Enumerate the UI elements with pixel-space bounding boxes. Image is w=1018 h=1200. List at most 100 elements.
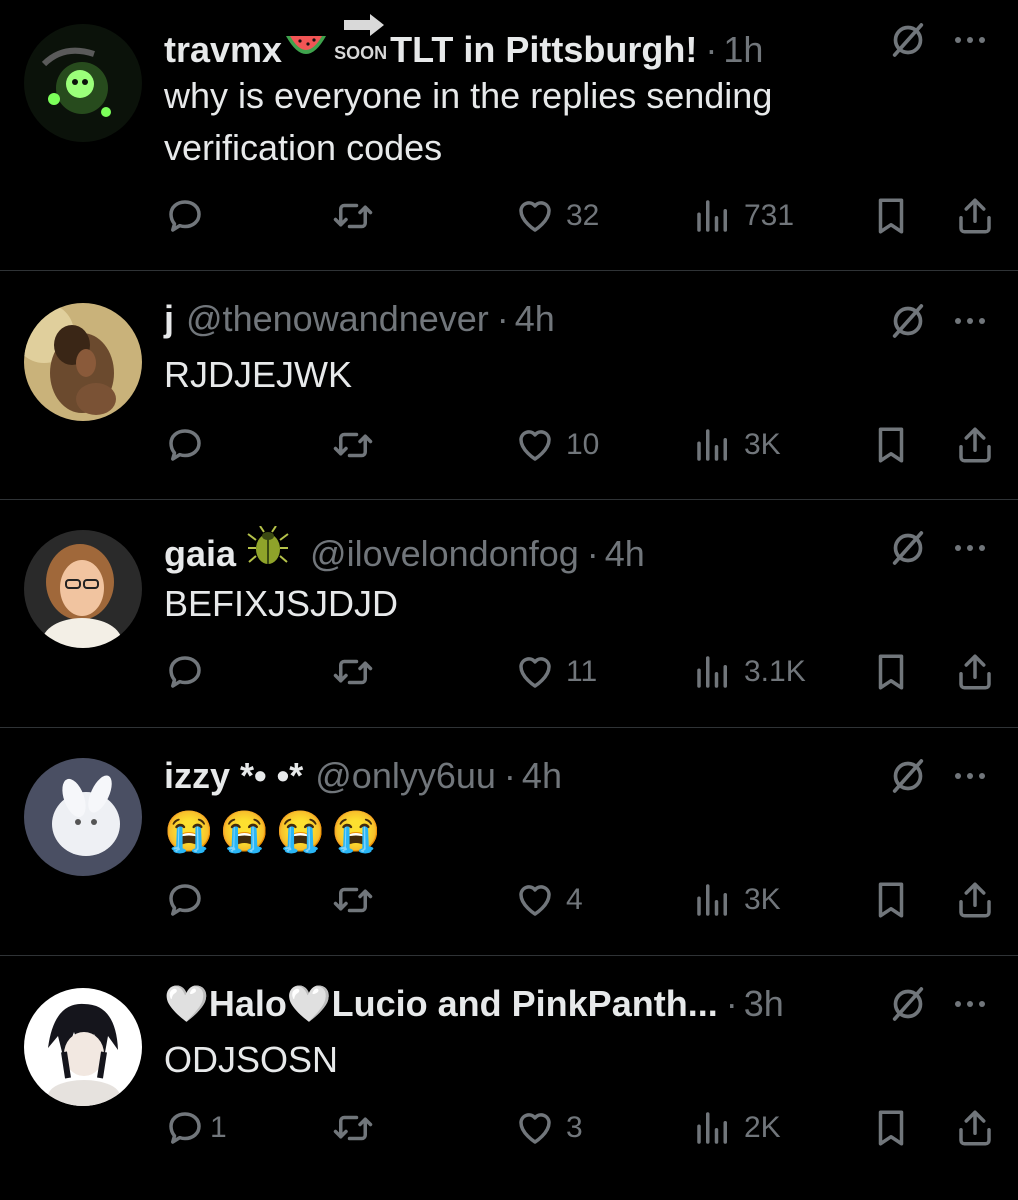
like-button[interactable]: 4 — [514, 878, 583, 922]
views-icon — [692, 195, 734, 237]
view-count: 731 — [744, 199, 795, 232]
more-options-icon[interactable] — [950, 311, 990, 331]
repost-button[interactable] — [332, 650, 374, 694]
more-options-icon[interactable] — [950, 538, 990, 558]
share-button[interactable] — [954, 194, 996, 238]
bookmark-button[interactable] — [870, 194, 912, 238]
avatar[interactable] — [24, 988, 142, 1106]
share-button[interactable] — [954, 878, 996, 922]
post[interactable]: j @thenowandnever · 4h RJDJEJWK 10 3K — [0, 271, 1018, 499]
heart-icon — [514, 195, 556, 237]
share-icon — [954, 1107, 996, 1149]
views-button[interactable]: 3.1K — [692, 650, 806, 694]
post[interactable]: gaia @ilovelondonfog · 4h BEFIXJSJDJD 11… — [0, 500, 1018, 727]
action-bar: 11 3.1K — [164, 650, 994, 694]
post-time[interactable]: 4h — [522, 754, 562, 798]
repost-button[interactable] — [332, 878, 374, 922]
post-text: BEFIXJSJDJD — [164, 578, 398, 630]
share-icon — [954, 879, 996, 921]
like-button[interactable]: 3 — [514, 1106, 583, 1150]
repost-icon — [332, 879, 374, 921]
avatar[interactable] — [24, 24, 142, 142]
post-text: ODJSOSN — [164, 1034, 338, 1086]
post[interactable]: izzy *• •* @onlyy6uu · 4h 😭😭😭😭 4 3K — [0, 728, 1018, 955]
like-count: 4 — [566, 883, 583, 916]
share-button[interactable] — [954, 423, 996, 467]
more-options-icon[interactable] — [950, 994, 990, 1014]
reply-button[interactable]: 1 — [164, 1106, 227, 1150]
views-button[interactable]: 2K — [692, 1106, 781, 1150]
post-text: 😭😭😭😭 — [164, 806, 387, 858]
post-text: why is everyone in the replies sending v… — [164, 70, 772, 174]
heart-icon — [514, 1107, 556, 1149]
reply-button[interactable] — [164, 194, 216, 238]
watermelon-icon — [284, 28, 328, 72]
author-name[interactable]: travmx — [164, 28, 282, 72]
reply-button[interactable] — [164, 423, 216, 467]
bookmark-button[interactable] — [870, 878, 912, 922]
post-header: izzy *• •* @onlyy6uu · 4h — [164, 754, 562, 798]
post-time[interactable]: 4h — [605, 532, 645, 576]
author-name[interactable]: j — [164, 297, 174, 341]
post-time[interactable]: 3h — [744, 982, 784, 1026]
like-button[interactable]: 10 — [514, 423, 599, 467]
view-count: 2K — [744, 1111, 781, 1144]
share-button[interactable] — [954, 650, 996, 694]
share-button[interactable] — [954, 1106, 996, 1150]
author-name[interactable]: izzy *• •* — [164, 754, 303, 798]
bookmark-icon — [870, 879, 912, 921]
share-icon — [954, 424, 996, 466]
post-time[interactable]: 4h — [515, 297, 555, 341]
avatar[interactable] — [24, 530, 142, 648]
bookmark-button[interactable] — [870, 650, 912, 694]
heart-icon — [514, 651, 556, 693]
post[interactable]: 🤍Halo🤍Lucio and PinkPanth... · 3h ODJSOS… — [0, 956, 1018, 1200]
views-button[interactable]: 731 — [692, 194, 794, 238]
grok-icon[interactable] — [888, 20, 928, 60]
share-icon — [954, 195, 996, 237]
separator: · — [705, 29, 718, 70]
separator: · — [725, 983, 738, 1024]
like-count: 3 — [566, 1111, 583, 1144]
post-text-line: why is everyone in the replies sending — [164, 75, 773, 116]
author-handle[interactable]: @ilovelondonfog — [310, 532, 579, 576]
bookmark-button[interactable] — [870, 423, 912, 467]
author-handle[interactable]: @thenowandnever — [186, 297, 489, 341]
more-options-icon[interactable] — [950, 766, 990, 786]
reply-count: 1 — [210, 1111, 227, 1144]
soon-arrow-icon: SOON — [334, 14, 388, 62]
repost-button[interactable] — [332, 194, 374, 238]
grok-icon[interactable] — [888, 301, 928, 341]
views-button[interactable]: 3K — [692, 878, 781, 922]
views-icon — [692, 651, 734, 693]
grok-icon[interactable] — [888, 984, 928, 1024]
reply-icon — [164, 195, 206, 237]
grok-icon[interactable] — [888, 756, 928, 796]
post-time[interactable]: 1h — [723, 28, 763, 72]
reply-icon — [164, 424, 206, 466]
views-icon — [692, 1107, 734, 1149]
like-button[interactable]: 11 — [514, 650, 597, 694]
more-options-icon[interactable] — [950, 30, 990, 50]
post-text-line: RJDJEJWK — [164, 354, 352, 395]
separator: · — [503, 755, 516, 796]
author-name[interactable]: gaia — [164, 532, 236, 576]
repost-button[interactable] — [332, 1106, 374, 1150]
action-bar: 32 731 — [164, 194, 994, 238]
action-bar: 10 3K — [164, 423, 994, 467]
author-name[interactable]: 🤍Halo🤍Lucio and PinkPanth... — [164, 982, 718, 1026]
post[interactable]: travmx SOON TLT in Pittsburgh! · 1h why … — [0, 0, 1018, 270]
like-button[interactable]: 32 — [514, 194, 599, 238]
avatar[interactable] — [24, 303, 142, 421]
repost-button[interactable] — [332, 423, 374, 467]
bookmark-button[interactable] — [870, 1106, 912, 1150]
reply-button[interactable] — [164, 878, 216, 922]
reply-button[interactable] — [164, 650, 216, 694]
like-count: 32 — [566, 199, 600, 232]
views-button[interactable]: 3K — [692, 423, 781, 467]
avatar[interactable] — [24, 758, 142, 876]
separator: · — [586, 533, 599, 574]
bookmark-icon — [870, 424, 912, 466]
grok-icon[interactable] — [888, 528, 928, 568]
author-handle[interactable]: @onlyy6uu — [315, 754, 496, 798]
